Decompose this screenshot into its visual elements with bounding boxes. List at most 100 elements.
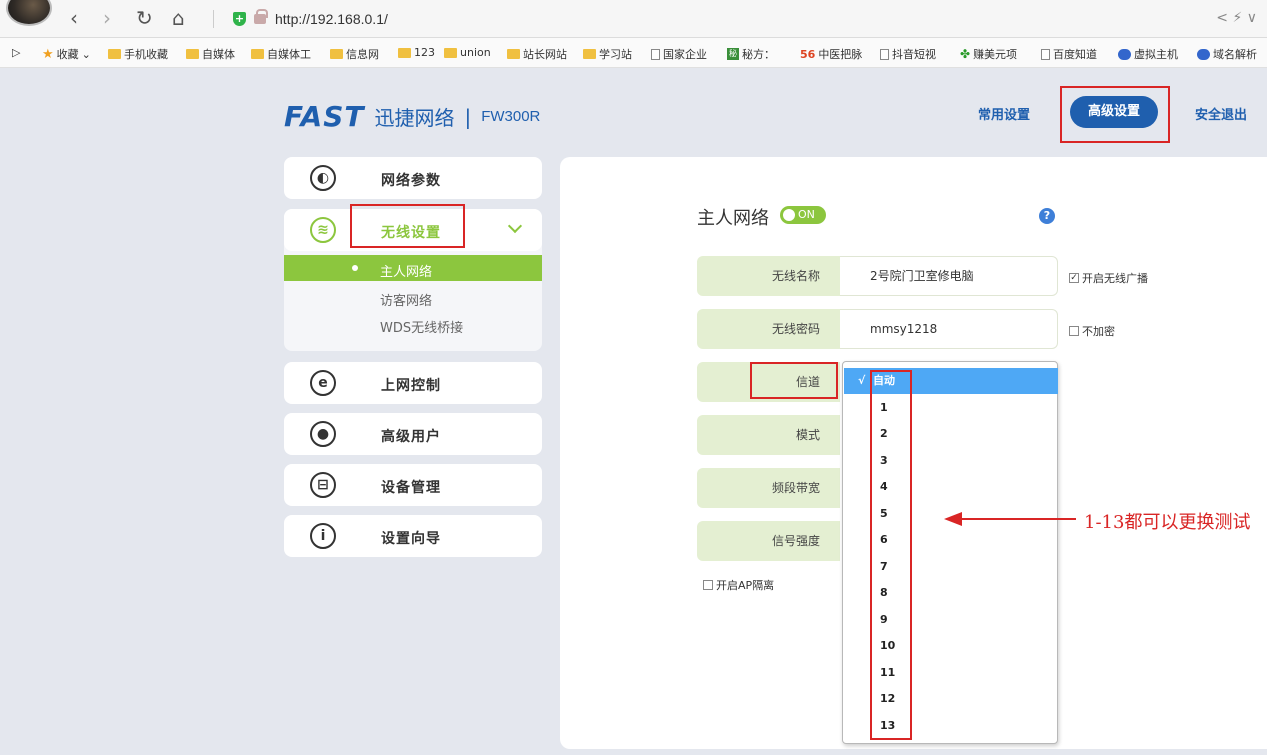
star-icon: ★ <box>42 47 54 62</box>
ssid-label: 无线名称 <box>697 256 840 296</box>
bookmark-item[interactable]: 抖音短视 <box>880 46 936 62</box>
checkbox-label: 开启无线广播 <box>1082 270 1148 286</box>
bookmark-item[interactable]: 123 <box>398 46 435 59</box>
sidebar-toggle-icon[interactable]: ▷ <box>12 46 20 59</box>
address-bar[interactable]: http://192.168.0.1/ <box>275 11 388 27</box>
common-settings-link[interactable]: 常用设置 <box>978 104 1030 123</box>
bookmark-item[interactable]: 秘秘方： <box>727 46 775 62</box>
bookmark-item[interactable]: 自媒体 <box>186 46 235 62</box>
globe-icon: ◐ <box>310 165 336 191</box>
folder-icon <box>186 49 199 59</box>
folder-icon <box>507 49 520 59</box>
sidebar-item-label: 上网控制 <box>381 375 441 395</box>
bookmarks-bar: ▷ ★收藏 ⌄ 手机收藏 自媒体 自媒体工 信息网 123 union 站长网站… <box>0 38 1267 68</box>
fast-logo: FAST <box>284 100 364 133</box>
site-56-icon: 56 <box>800 48 815 61</box>
bookmark-item[interactable]: 手机收藏 <box>108 46 168 62</box>
ssid-input[interactable]: 2号院门卫室修电脑 <box>840 256 1058 296</box>
bandwidth-label: 频段带宽 <box>697 468 840 508</box>
sidebar-subitem-guest-network[interactable]: 访客网络 <box>380 290 432 309</box>
sidebar-item-device-management[interactable]: ⊟ 设备管理 <box>284 464 542 506</box>
bookmark-favorites[interactable]: ★收藏 ⌄ <box>42 46 91 62</box>
bookmark-item[interactable]: 百度知道 <box>1041 46 1097 62</box>
broadcast-checkbox[interactable]: ✓ 开启无线广播 <box>1069 270 1148 286</box>
bookmark-item[interactable]: 学习站 <box>583 46 632 62</box>
page-title: 主人网络 <box>697 204 769 230</box>
toolbar-divider <box>213 10 214 28</box>
leaf-icon: ✤ <box>960 47 970 61</box>
brand-header: FAST 迅捷网络 | FW300R <box>284 100 540 133</box>
logout-link[interactable]: 安全退出 <box>1195 104 1247 123</box>
bookmark-item[interactable]: ✤赚美元项 <box>960 46 1017 62</box>
toggle-knob <box>783 209 795 221</box>
home-icon[interactable]: ⌂ <box>172 8 185 28</box>
annotation-text: 1-13都可以更换测试 <box>1084 508 1250 534</box>
bookmark-item[interactable]: 站长网站 <box>507 46 567 62</box>
router-icon: ⊟ <box>310 472 336 498</box>
folder-icon <box>444 48 457 58</box>
info-icon: i <box>310 523 336 549</box>
folder-icon <box>583 49 596 59</box>
sidebar-subitem-wds[interactable]: WDS无线桥接 <box>380 317 463 336</box>
shield-icon: + <box>233 12 246 26</box>
model-name: FW300R <box>481 108 540 125</box>
folder-icon <box>398 48 411 58</box>
share-icon[interactable]: < ⚡ ∨ <box>1216 10 1257 26</box>
sidebar-item-label: 设备管理 <box>381 477 441 497</box>
folder-icon <box>251 49 264 59</box>
user-avatar[interactable] <box>6 0 52 26</box>
highlight-advanced-settings <box>1060 86 1170 143</box>
host-network-toggle[interactable]: ON <box>780 206 826 224</box>
page-icon <box>651 49 660 60</box>
bookmark-item[interactable]: 自媒体工 <box>251 46 311 62</box>
no-encrypt-checkbox[interactable]: 不加密 <box>1069 323 1115 339</box>
checkbox-checked[interactable]: ✓ <box>1069 273 1079 283</box>
signal-strength-label: 信号强度 <box>697 521 840 561</box>
bookmark-item[interactable]: 信息网 <box>330 46 379 62</box>
checkbox-unchecked[interactable] <box>1069 326 1079 336</box>
highlight-channel-options <box>870 370 912 740</box>
bookmark-item[interactable]: 虚拟主机 <box>1118 46 1178 62</box>
sidebar-item-label: 网络参数 <box>381 170 441 190</box>
check-icon: √ <box>858 374 865 387</box>
password-input[interactable]: mmsy1218 <box>840 309 1058 349</box>
chevron-down-icon[interactable] <box>508 219 522 233</box>
bookmark-item[interactable]: 域名解析 <box>1197 46 1257 62</box>
sidebar-item-advanced-users[interactable]: ● 高级用户 <box>284 413 542 455</box>
refresh-icon[interactable]: ↻ <box>136 8 153 28</box>
folder-icon <box>330 49 343 59</box>
help-icon[interactable]: ? <box>1039 208 1055 224</box>
toggle-label: ON <box>798 208 815 221</box>
highlight-wireless-settings <box>350 204 465 248</box>
sidebar-subitem-label[interactable]: 主人网络 <box>380 261 432 280</box>
eye-icon <box>1118 49 1131 60</box>
mode-label: 模式 <box>697 415 840 455</box>
password-label: 无线密码 <box>697 309 840 349</box>
bookmark-item[interactable]: 国家企业 <box>651 46 707 62</box>
forward-icon[interactable]: › <box>103 8 111 28</box>
bookmark-item[interactable]: union <box>444 46 491 59</box>
recipe-icon: 秘 <box>727 48 739 60</box>
browser-e-icon: e <box>310 370 336 396</box>
bookmark-item[interactable]: 56中医把脉 <box>800 46 862 62</box>
page-icon <box>1041 49 1050 60</box>
checkbox-label: 开启AP隔离 <box>716 577 774 593</box>
sidebar-item-setup-wizard[interactable]: i 设置向导 <box>284 515 542 557</box>
ap-isolation-checkbox[interactable]: 开启AP隔离 <box>703 577 774 593</box>
browser-toolbar: ‹ › ↻ ⌂ + http://192.168.0.1/ < ⚡ ∨ <box>0 0 1267 38</box>
lock-icon <box>254 14 266 24</box>
checkbox-unchecked[interactable] <box>703 580 713 590</box>
page-icon <box>880 49 889 60</box>
sidebar-item-label: 高级用户 <box>381 426 441 446</box>
brand-separator: | <box>464 105 471 129</box>
bullet-icon <box>352 265 358 271</box>
sidebar-item-internet-control[interactable]: e 上网控制 <box>284 362 542 404</box>
sidebar-item-label: 设置向导 <box>381 528 441 548</box>
wifi-icon: ≋ <box>310 217 336 243</box>
brand-name: 迅捷网络 <box>374 102 454 131</box>
user-icon: ● <box>310 421 336 447</box>
annotation-arrow <box>960 518 1076 520</box>
highlight-channel <box>750 362 838 399</box>
sidebar-item-network-params[interactable]: ◐ 网络参数 <box>284 157 542 199</box>
back-icon[interactable]: ‹ <box>70 8 78 28</box>
